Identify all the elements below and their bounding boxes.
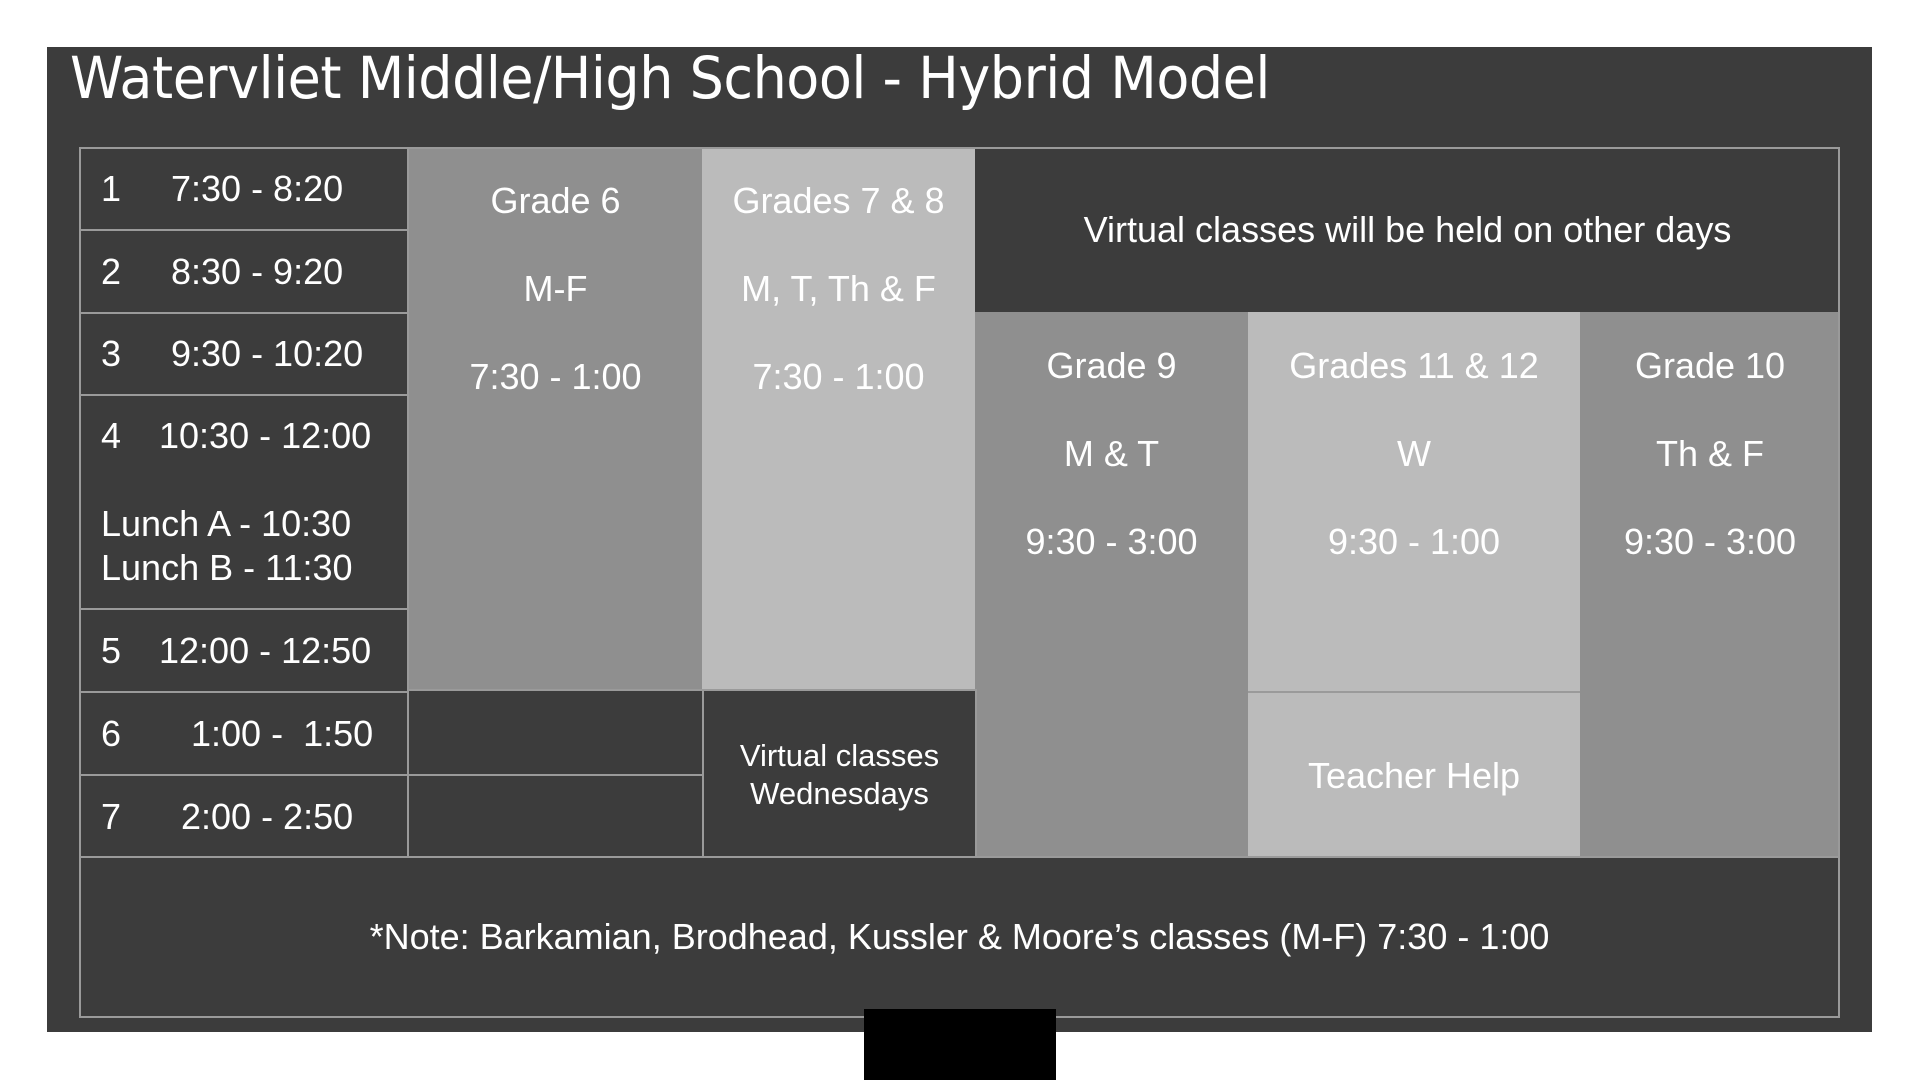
black-overlay (864, 1009, 1056, 1080)
note-text: *Note: Barkamian, Brodhead, Kussler & Mo… (369, 916, 1550, 957)
period-time: 10:30 - 12:00 (159, 415, 372, 456)
period-number: 6 (101, 712, 122, 754)
teacher-help-label: Teacher Help (1307, 754, 1521, 796)
page-title: Watervliet Middle/High School - Hybrid M… (70, 44, 1270, 112)
grade-label: Grade 9 (1046, 345, 1177, 386)
period-time: 7:30 - 8:20 (171, 168, 344, 209)
period-number: 7 (101, 796, 122, 837)
grade-days: M, T, Th & F (741, 268, 936, 309)
grade-10-block: Grade 10 Th & F 9:30 - 3:00 (1580, 312, 1840, 858)
grade-hours: 9:30 - 3:00 (1623, 521, 1797, 562)
period-time: 2:00 - 2:50 (171, 796, 354, 837)
grade-hours: 9:30 - 3:00 (1025, 521, 1198, 562)
grade-days: W (1397, 433, 1431, 474)
grade-9-block: Grade 9 M & T 9:30 - 3:00 (975, 312, 1248, 858)
lunch-b: Lunch B - 11:30 (101, 547, 353, 588)
virtual-header-text: Virtual classes will be held on other da… (1083, 208, 1732, 250)
period-row-4: 4 10:30 - 12:00 Lunch A - 10:30 Lunch B -… (79, 394, 409, 610)
empty-cell-period-6 (407, 689, 704, 776)
virtual-wednesdays-block: Virtual classes Wednesdays (702, 689, 977, 860)
grades-7-8-block: Grades 7 & 8 M, T, Th & F 7:30 - 1:00 (702, 147, 975, 691)
virtual-wednesdays-line-2: Wednesdays (750, 775, 929, 811)
period-number: 3 (101, 333, 122, 374)
virtual-wednesdays-line-1: Virtual classes (739, 737, 940, 773)
period-row-7: 7 2:00 - 2:50 (79, 774, 409, 860)
period-time: 1:00 - 1:50 (171, 712, 374, 754)
period-row-5: 5 12:00 - 12:50 (79, 608, 409, 693)
grade-hours: 7:30 - 1:00 (469, 356, 642, 397)
lunch-a: Lunch A - 10:30 (101, 503, 352, 544)
period-row-2: 2 8:30 - 9:20 (79, 229, 409, 314)
grade-days: Th & F (1655, 433, 1765, 474)
period-row-1: 1 7:30 - 8:20 (79, 147, 409, 231)
period-row-6: 6 1:00 - 1:50 (79, 691, 409, 776)
grade-days: M-F (523, 268, 588, 309)
teacher-help-block: Teacher Help (1248, 691, 1580, 858)
grade-6-block: Grade 6 M-F 7:30 - 1:00 (409, 147, 702, 691)
grade-label: Grade 6 (490, 180, 621, 221)
grade-label: Grade 10 (1634, 345, 1786, 386)
grades-11-12-block: Grades 11 & 12 W 9:30 - 1:00 (1248, 312, 1580, 691)
period-number: 2 (101, 250, 122, 292)
period-4-header: 4 10:30 - 12:00 (81, 396, 407, 476)
period-time: 8:30 - 9:20 (171, 250, 344, 292)
grade-label: Grades 7 & 8 (732, 180, 945, 221)
virtual-classes-header: Virtual classes will be held on other da… (975, 147, 1840, 312)
grade-label: Grades 11 & 12 (1289, 345, 1539, 386)
period-row-3: 3 9:30 - 10:20 (79, 312, 409, 396)
period-time: 12:00 - 12:50 (159, 629, 372, 671)
period-number: 1 (101, 168, 122, 209)
note-row: *Note: Barkamian, Brodhead, Kussler & Mo… (79, 856, 1840, 1018)
period-time: 9:30 - 10:20 (171, 333, 364, 374)
grade-hours: 9:30 - 1:00 (1327, 521, 1501, 562)
grade-hours: 7:30 - 1:00 (752, 356, 925, 397)
grade-days: M & T (1063, 433, 1160, 474)
empty-cell-period-7 (407, 774, 704, 860)
